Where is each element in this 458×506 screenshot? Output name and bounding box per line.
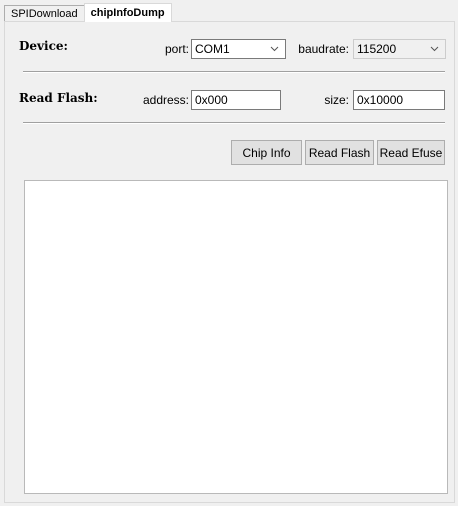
- baudrate-label: baudrate:: [298, 42, 349, 56]
- tab-spidownload[interactable]: SPIDownload: [4, 5, 85, 22]
- port-value: COM1: [195, 42, 230, 56]
- read-flash-button[interactable]: Read Flash: [305, 140, 374, 165]
- output-textarea[interactable]: [24, 180, 448, 494]
- size-input[interactable]: [353, 90, 445, 110]
- address-label: address:: [142, 93, 189, 107]
- chevron-down-icon: [270, 46, 279, 52]
- read-efuse-button[interactable]: Read Efuse: [377, 140, 445, 165]
- port-label: port:: [164, 42, 189, 56]
- separator-2: [23, 122, 445, 124]
- chevron-down-icon: [430, 46, 439, 52]
- baudrate-value: 115200: [357, 42, 397, 56]
- port-select[interactable]: COM1: [191, 39, 286, 59]
- address-input[interactable]: [191, 90, 281, 110]
- tab-bar: SPIDownload chipInfoDump: [4, 3, 172, 22]
- baudrate-select[interactable]: 115200: [353, 39, 446, 59]
- chipinfodump-panel: Device: port: COM1 baudrate: 115200 Read…: [4, 21, 455, 503]
- device-section-label: Device:: [19, 39, 68, 53]
- chip-info-button[interactable]: Chip Info: [231, 140, 302, 165]
- read-flash-section-label: Read Flash:: [19, 91, 98, 105]
- size-label: size:: [324, 93, 349, 107]
- tab-chipinfodump[interactable]: chipInfoDump: [83, 3, 172, 22]
- separator-1: [23, 71, 445, 73]
